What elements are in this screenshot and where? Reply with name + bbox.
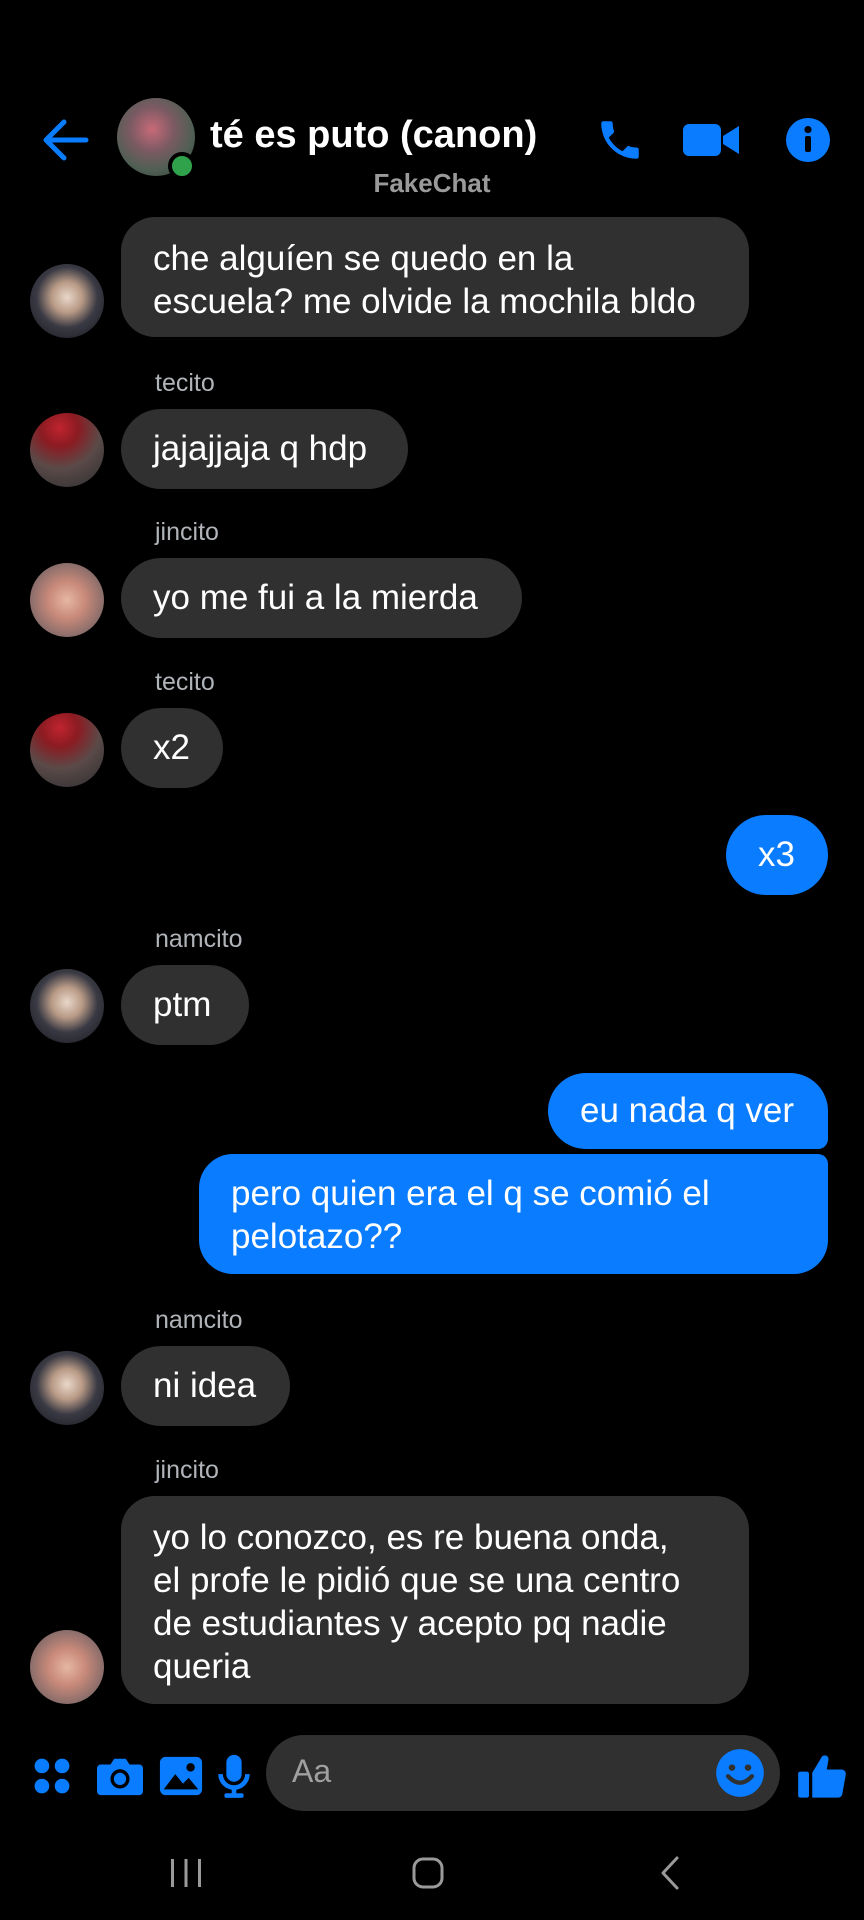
apps-button[interactable]: [24, 1748, 80, 1804]
camera-button[interactable]: [92, 1748, 148, 1804]
message-bubble-outgoing[interactable]: x3: [726, 815, 828, 895]
chevron-left-icon: [661, 1856, 679, 1890]
recent-apps-button[interactable]: [156, 1848, 216, 1898]
microphone-icon: [218, 1754, 250, 1798]
avatar[interactable]: [30, 264, 104, 338]
message-bubble[interactable]: ptm: [121, 965, 249, 1045]
thumbs-up-icon: [798, 1755, 846, 1798]
message-bubble[interactable]: yo me fui a la mierda: [121, 558, 522, 638]
message-bubble[interactable]: yo lo conozco, es re buena onda, el prof…: [121, 1496, 749, 1704]
message-input-placeholder: Aa: [292, 1753, 332, 1789]
avatar[interactable]: [30, 1351, 104, 1425]
message-bubble[interactable]: ni idea: [121, 1346, 290, 1426]
like-button[interactable]: [794, 1748, 850, 1804]
sender-name: tecito: [155, 668, 215, 696]
emoji-icon: [716, 1749, 764, 1797]
avatar[interactable]: [30, 563, 104, 637]
gallery-icon: [159, 1756, 203, 1796]
camera-icon: [97, 1758, 143, 1796]
system-back-button[interactable]: [640, 1848, 700, 1898]
message-bubble[interactable]: che alguíen se quedo en la escuela? me o…: [121, 217, 749, 337]
sender-name: jincito: [155, 518, 219, 546]
sender-name: namcito: [155, 925, 243, 953]
apps-icon: [34, 1758, 70, 1794]
sender-name: tecito: [155, 369, 215, 397]
message-input[interactable]: Aa: [266, 1735, 780, 1811]
voice-record-button[interactable]: [206, 1748, 262, 1804]
avatar[interactable]: [30, 713, 104, 787]
home-button[interactable]: [398, 1848, 458, 1898]
message-list[interactable]: che alguíen se quedo en la escuela? me o…: [0, 0, 864, 1720]
emoji-button[interactable]: [712, 1745, 768, 1801]
message-bubble-outgoing[interactable]: pero quien era el q se comió el pelotazo…: [199, 1154, 828, 1274]
message-composer: Aa: [0, 1730, 864, 1818]
recent-apps-icon: [171, 1859, 201, 1887]
avatar[interactable]: [30, 1630, 104, 1704]
message-bubble[interactable]: x2: [121, 708, 223, 788]
message-bubble[interactable]: jajajjaja q hdp: [121, 409, 408, 489]
sender-name: jincito: [155, 1456, 219, 1484]
system-navigation-bar: [0, 1830, 864, 1920]
sender-name: namcito: [155, 1306, 243, 1334]
gallery-button[interactable]: [153, 1748, 209, 1804]
avatar[interactable]: [30, 969, 104, 1043]
avatar[interactable]: [30, 413, 104, 487]
message-bubble-outgoing[interactable]: eu nada q ver: [548, 1073, 828, 1149]
home-icon: [412, 1857, 444, 1889]
